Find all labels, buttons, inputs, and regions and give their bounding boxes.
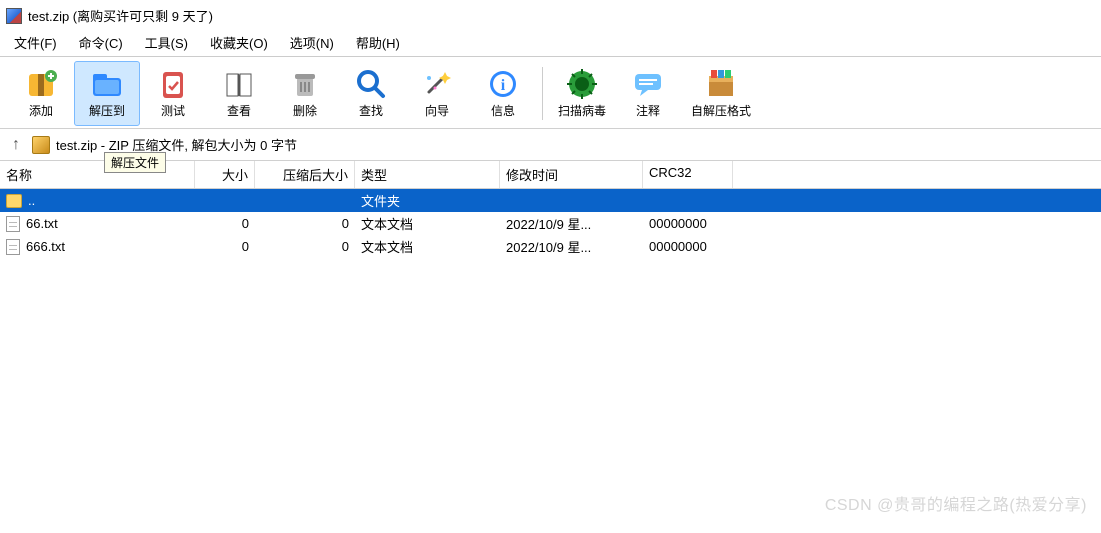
menu-file[interactable]: 文件(F) xyxy=(4,31,67,54)
sfx-label: 自解压格式 xyxy=(691,102,751,119)
extract-to-button[interactable]: 解压到 xyxy=(74,61,140,126)
menu-cmd[interactable]: 命令(C) xyxy=(69,31,133,54)
col-type[interactable]: 类型 xyxy=(355,161,500,188)
file-list[interactable]: .. 文件夹 66.txt 0 0 文本文档 2022/10/9 星... 00… xyxy=(0,189,1101,258)
info-button[interactable]: i 信息 xyxy=(470,61,536,126)
wizard-button[interactable]: 向导 xyxy=(404,61,470,126)
text-file-icon xyxy=(6,239,20,255)
text-file-icon xyxy=(6,216,20,232)
toolbar: 添加 解压到 测试 查看 删除 查找 向导 xyxy=(0,57,1101,129)
up-arrow-icon[interactable]: ↑ xyxy=(6,136,26,154)
test-button[interactable]: 测试 xyxy=(140,61,206,126)
folder-extract-icon xyxy=(89,66,125,102)
menu-help[interactable]: 帮助(H) xyxy=(346,31,410,54)
archive-path-icon xyxy=(32,136,50,154)
comment-icon xyxy=(630,66,666,102)
view-button[interactable]: 查看 xyxy=(206,61,272,126)
archive-add-icon xyxy=(23,66,59,102)
search-icon xyxy=(353,66,389,102)
menu-tool[interactable]: 工具(S) xyxy=(135,31,198,54)
extract-label: 解压到 xyxy=(89,102,125,119)
scan-virus-button[interactable]: 扫描病毒 xyxy=(549,61,615,126)
info-icon: i xyxy=(485,66,521,102)
list-item-parent[interactable]: .. 文件夹 xyxy=(0,189,1101,212)
col-crc[interactable]: CRC32 xyxy=(643,161,733,188)
toolbar-separator xyxy=(542,67,543,120)
col-size[interactable]: 大小 xyxy=(195,161,255,188)
wizard-label: 向导 xyxy=(425,102,449,119)
scan-label: 扫描病毒 xyxy=(558,102,606,119)
test-label: 测试 xyxy=(161,102,185,119)
menu-opt[interactable]: 选项(N) xyxy=(280,31,344,54)
trash-icon xyxy=(287,66,323,102)
file-name: 666.txt xyxy=(26,239,65,254)
col-modified[interactable]: 修改时间 xyxy=(500,161,643,188)
comment-label: 注释 xyxy=(636,102,660,119)
file-name: .. xyxy=(28,193,35,208)
window-title: test.zip (离购买许可只剩 9 天了) xyxy=(28,6,213,25)
svg-text:i: i xyxy=(501,77,506,94)
col-packed[interactable]: 压缩后大小 xyxy=(255,161,355,188)
info-label: 信息 xyxy=(491,102,515,119)
watermark: CSDN @贵哥的编程之路(热爱分享) xyxy=(825,491,1087,515)
delete-button[interactable]: 删除 xyxy=(272,61,338,126)
list-item[interactable]: 666.txt 0 0 文本文档 2022/10/9 星... 00000000 xyxy=(0,235,1101,258)
wand-icon xyxy=(419,66,455,102)
virus-icon xyxy=(564,66,600,102)
list-item[interactable]: 66.txt 0 0 文本文档 2022/10/9 星... 00000000 xyxy=(0,212,1101,235)
menu-bar[interactable]: 文件(F) 命令(C) 工具(S) 收藏夹(O) 选项(N) 帮助(H) xyxy=(0,29,1101,57)
address-text[interactable]: test.zip - ZIP 压缩文件, 解包大小为 0 字节 xyxy=(56,135,297,154)
book-icon xyxy=(221,66,257,102)
menu-fav[interactable]: 收藏夹(O) xyxy=(200,31,278,54)
sfx-button[interactable]: 自解压格式 xyxy=(681,61,761,126)
box-sfx-icon xyxy=(703,66,739,102)
find-button[interactable]: 查找 xyxy=(338,61,404,126)
comment-button[interactable]: 注释 xyxy=(615,61,681,126)
add-label: 添加 xyxy=(29,102,53,119)
add-button[interactable]: 添加 xyxy=(8,61,74,126)
extract-tooltip: 解压文件 xyxy=(104,152,166,173)
app-icon xyxy=(6,8,22,24)
find-label: 查找 xyxy=(359,102,383,119)
title-bar: test.zip (离购买许可只剩 9 天了) xyxy=(0,0,1101,29)
file-name: 66.txt xyxy=(26,216,58,231)
view-label: 查看 xyxy=(227,102,251,119)
folder-icon xyxy=(6,194,22,208)
delete-label: 删除 xyxy=(293,102,317,119)
clipboard-check-icon xyxy=(155,66,191,102)
